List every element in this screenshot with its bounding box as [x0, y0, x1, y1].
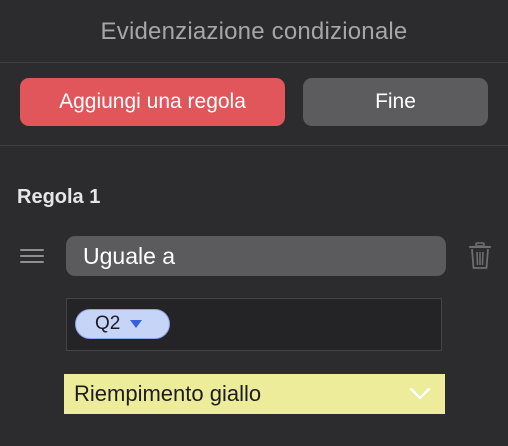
condition-select[interactable]: Uguale a — [66, 236, 446, 276]
value-token[interactable]: Q2 — [75, 309, 170, 339]
actions-divider — [0, 145, 508, 146]
add-rule-button[interactable]: Aggiungi una regola — [20, 78, 285, 126]
condition-select-value: Uguale a — [83, 242, 176, 269]
rule-title: Regola 1 — [17, 186, 101, 208]
chevron-down-icon[interactable] — [409, 387, 431, 401]
style-select-value: Riempimento giallo — [74, 381, 262, 406]
done-button[interactable]: Fine — [303, 78, 488, 126]
caret-down-icon[interactable] — [130, 320, 143, 328]
panel-title: Evidenziazione condizionale — [100, 18, 408, 45]
drag-handle-icon[interactable] — [20, 249, 44, 265]
value-token-label: Q2 — [95, 313, 121, 334]
values-field[interactable]: Q2 — [66, 298, 442, 351]
trash-icon[interactable] — [468, 242, 492, 270]
style-select[interactable]: Riempimento giallo — [64, 374, 445, 414]
header-divider — [0, 62, 508, 63]
